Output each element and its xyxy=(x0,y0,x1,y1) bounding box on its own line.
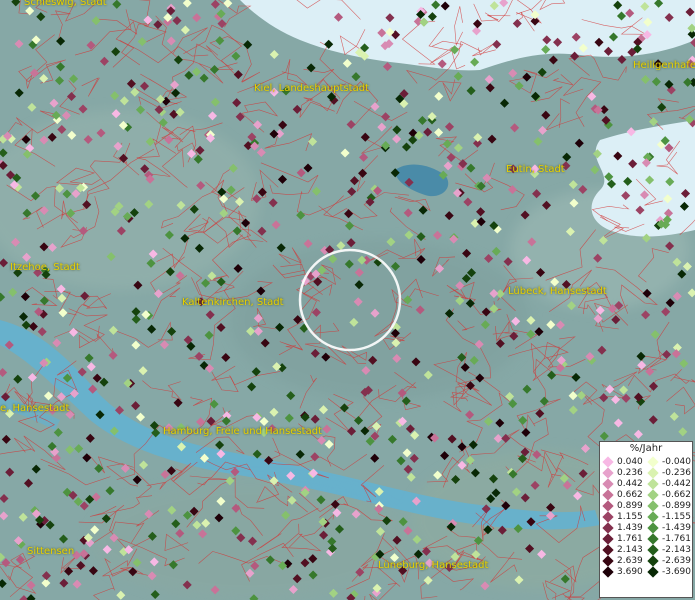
legend-swatch xyxy=(647,478,659,490)
legend-label: 2.143 xyxy=(617,545,643,556)
legend-label: 1.439 xyxy=(617,523,643,534)
legend-entry: 0.442 xyxy=(602,478,647,490)
legend-label: -2.143 xyxy=(662,545,692,556)
legend-label: -2.639 xyxy=(662,556,692,567)
legend-entry: 1.761 xyxy=(602,533,647,545)
legend-label: -0.662 xyxy=(662,489,692,500)
legend-label: 1.761 xyxy=(617,534,643,545)
legend-entry: -0.236 xyxy=(647,466,692,479)
legend-swatch xyxy=(602,522,614,534)
legend-label: 0.040 xyxy=(617,456,643,467)
city-label-kiel: Kiel, Landeshauptstadt xyxy=(254,83,369,94)
legend-swatch xyxy=(602,500,614,512)
legend-swatch xyxy=(647,533,659,545)
legend-swatch xyxy=(602,466,614,479)
legend-label: 0.442 xyxy=(617,478,643,489)
legend-entry: 0.662 xyxy=(602,489,647,501)
legend-swatch xyxy=(647,511,659,523)
legend-entry: -0.040 xyxy=(647,455,692,468)
legend-entry: 2.143 xyxy=(602,544,647,556)
legend-title: %/Jahr xyxy=(629,443,663,454)
legend-swatch xyxy=(647,522,659,534)
legend-label: 0.899 xyxy=(617,500,643,511)
city-label-lueneburg: Lüneburg, Hansestadt xyxy=(378,560,489,571)
legend-label: 1.155 xyxy=(617,512,643,523)
legend-swatch xyxy=(647,455,659,468)
legend-swatch xyxy=(602,566,614,579)
legend-entry: 0.236 xyxy=(602,466,647,479)
legend-swatch xyxy=(602,478,614,490)
legend-entry: -1.761 xyxy=(647,533,692,545)
city-label-eutin: Eutin, Stadt xyxy=(506,164,565,175)
legend-entry: -0.899 xyxy=(647,500,692,512)
legend-entry: -1.155 xyxy=(647,511,692,523)
city-label-sittensen: Sittensen xyxy=(27,546,75,557)
city-label-kaltenkirchen: Kaltenkirchen, Stadt xyxy=(182,297,284,308)
city-label-schleswig: Schleswig, Stadt xyxy=(24,0,107,8)
legend-swatch xyxy=(602,455,614,468)
legend-entry: 2.639 xyxy=(602,555,647,568)
legend-entry: -1.439 xyxy=(647,522,692,534)
legend-entry: 0.899 xyxy=(602,500,647,512)
city-label-hamburg: Hamburg, Freie und Hansestadt xyxy=(163,426,322,437)
legend-label: -0.899 xyxy=(662,500,692,511)
city-label-luebeck: Lübeck, Hansestadt xyxy=(508,286,607,297)
legend-swatch xyxy=(647,500,659,512)
legend-label: 0.662 xyxy=(617,489,643,500)
legend-label: -0.040 xyxy=(662,456,692,467)
legend-swatch xyxy=(647,489,659,501)
legend-positive-column: 0.040 0.236 0.442 0.662 0.899 1.155 1.439 1.761… xyxy=(602,455,647,579)
legend-entry: 3.690 xyxy=(602,566,647,579)
legend-entry: -3.690 xyxy=(647,566,692,579)
legend-entry: 0.040 xyxy=(602,455,647,468)
legend-label: -0.236 xyxy=(662,467,692,478)
legend-entry: -0.442 xyxy=(647,478,692,490)
legend-label: -1.439 xyxy=(662,523,692,534)
legend-swatch xyxy=(602,533,614,545)
legend-swatch xyxy=(647,544,659,556)
legend-label: 3.690 xyxy=(617,567,643,578)
city-label-hansestadt-west: e, Hansestadt xyxy=(0,403,70,414)
legend-entry: 1.439 xyxy=(602,522,647,534)
map-view[interactable]: Schleswig, Stadt Kiel, Landeshauptstadt … xyxy=(0,0,695,600)
legend-label: 0.236 xyxy=(617,467,643,478)
legend-entry: -2.639 xyxy=(647,555,692,568)
legend-swatch xyxy=(602,511,614,523)
city-label-itzehoe: Itzehoe, Stadt xyxy=(10,262,80,273)
city-label-heiligenhafen: Heiligenhafen xyxy=(633,60,695,71)
legend-label: -1.155 xyxy=(662,512,692,523)
legend-entry: -0.662 xyxy=(647,489,692,501)
legend-negative-column: -0.040 -0.236 -0.442 -0.662 -0.899 -1.155 -1.4… xyxy=(647,455,692,579)
legend-entry: -2.143 xyxy=(647,544,692,556)
legend-label: -0.442 xyxy=(662,478,692,489)
legend-swatch xyxy=(602,489,614,501)
legend: %/Jahr 0.040 0.236 0.442 0.662 0.899 1.155 1.4… xyxy=(599,441,693,598)
legend-label: -3.690 xyxy=(662,567,692,578)
legend-label: 2.639 xyxy=(617,556,643,567)
legend-swatch xyxy=(647,466,659,479)
legend-swatch xyxy=(602,544,614,556)
legend-label: -1.761 xyxy=(662,534,692,545)
legend-swatch xyxy=(647,566,659,579)
legend-entry: 1.155 xyxy=(602,511,647,523)
